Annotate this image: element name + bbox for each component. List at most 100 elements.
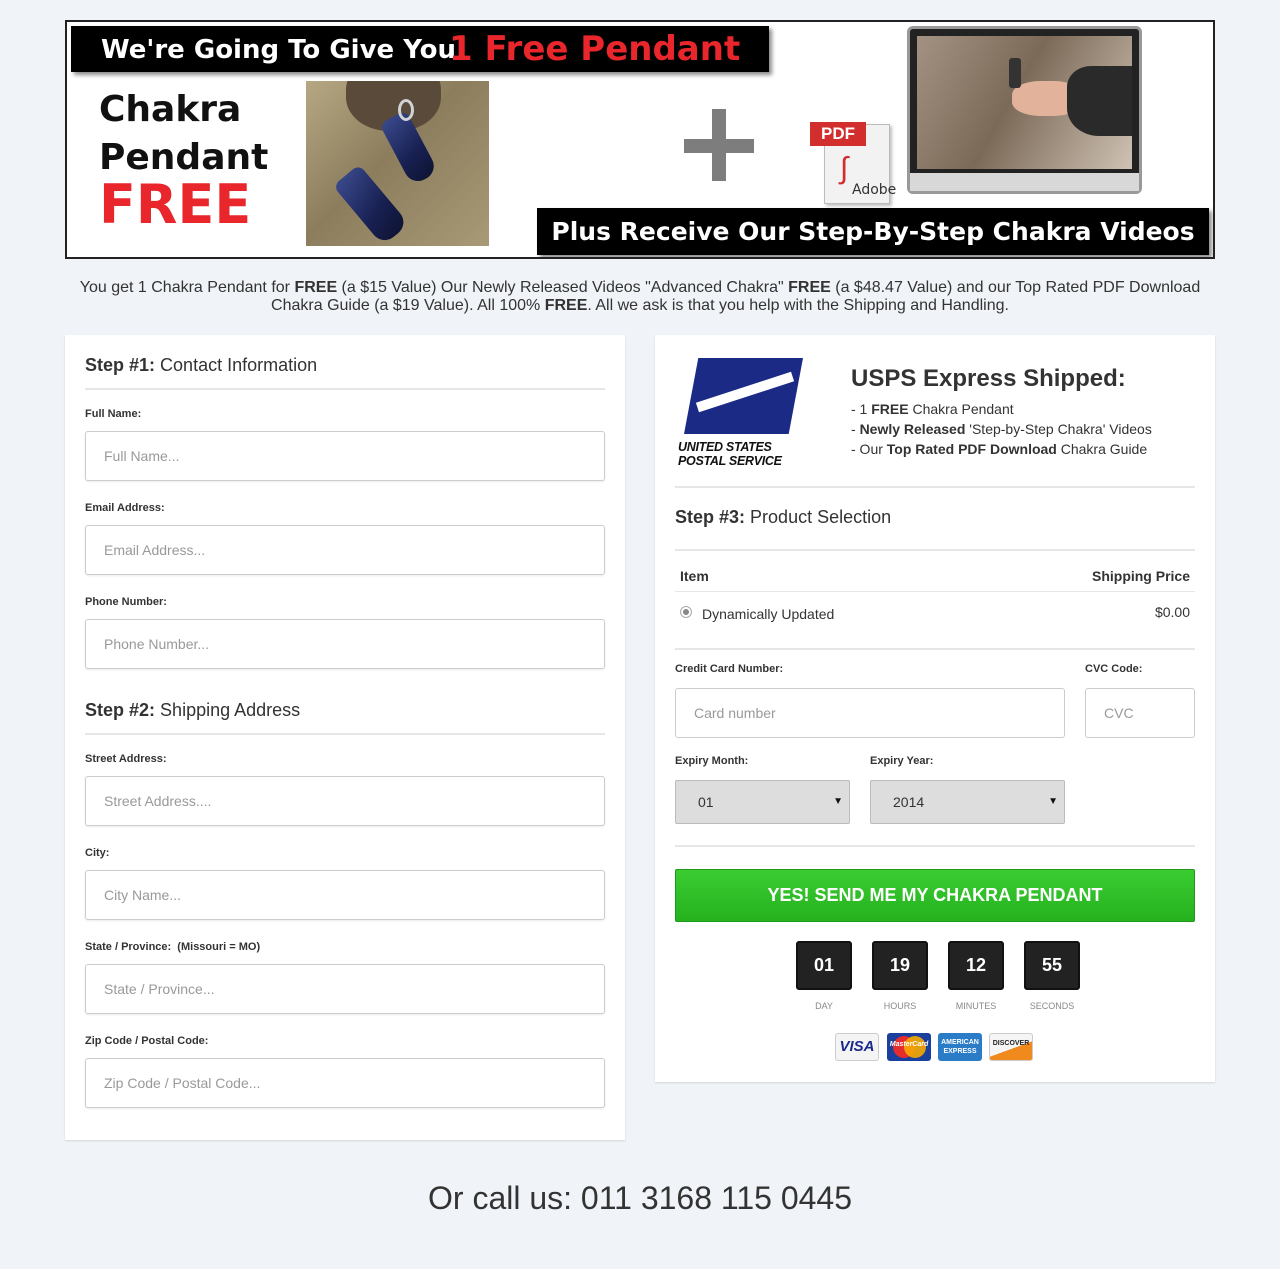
product-name: Dynamically Updated bbox=[702, 606, 835, 622]
intro-text: You get 1 Chakra Pendant for FREE (a $15… bbox=[65, 279, 1215, 315]
screen-bottle bbox=[1009, 58, 1021, 88]
screen-sleeve bbox=[1067, 66, 1132, 136]
timer-minutes: 12 bbox=[948, 941, 1004, 990]
list-text: - Our bbox=[851, 441, 887, 457]
submit-order-button[interactable]: YES! SEND ME MY CHAKRA PENDANT bbox=[675, 869, 1195, 922]
list-bold: FREE bbox=[871, 401, 909, 417]
expiry-month-value: 01 bbox=[698, 794, 714, 810]
list-bold: Newly Released bbox=[859, 421, 966, 437]
timer-seconds-label: SECONDS bbox=[1029, 1001, 1075, 1011]
step3-heading: Step #3: Product Selection bbox=[675, 507, 1195, 540]
email-input[interactable] bbox=[85, 525, 605, 575]
intro-bold: FREE bbox=[544, 297, 588, 314]
city-input[interactable] bbox=[85, 870, 605, 920]
expiry-month-select[interactable]: 01 ▼ bbox=[675, 780, 850, 824]
usps-logo: UNITED STATES POSTAL SERVICE bbox=[675, 357, 805, 468]
banner-line-pendant: Pendant bbox=[99, 137, 269, 178]
cvc-input[interactable] bbox=[1085, 688, 1195, 738]
call-us-text: Or call us: 011 3168 115 0445 bbox=[428, 1180, 852, 1216]
expiry-year-label: Expiry Year: bbox=[870, 755, 934, 767]
step2-heading: Step #2: Shipping Address bbox=[85, 700, 605, 735]
pdf-tag: PDF bbox=[810, 122, 866, 146]
banner-headline-highlight: 1 Free Pendant bbox=[449, 29, 741, 69]
table-divider bbox=[675, 591, 1195, 592]
street-label: Street Address: bbox=[85, 753, 167, 765]
timer-days: 01 bbox=[796, 941, 852, 990]
email-label: Email Address: bbox=[85, 502, 165, 514]
banner-line-chakra: Chakra bbox=[99, 89, 242, 130]
timer-minutes-label: MINUTES bbox=[955, 1001, 997, 1011]
visa-icon: VISA bbox=[835, 1033, 879, 1061]
full-name-label: Full Name: bbox=[85, 408, 142, 420]
list-text: Chakra Guide bbox=[1056, 441, 1148, 457]
photo-stone-2 bbox=[332, 164, 410, 246]
expiry-month-label: Expiry Month: bbox=[675, 755, 749, 767]
pdf-icon: PDF ∫ Adobe bbox=[810, 120, 897, 208]
divider bbox=[675, 845, 1195, 847]
intro-part: . All we ask is that you help with the S… bbox=[587, 297, 1009, 314]
amex-text-1: AMERICAN bbox=[941, 1039, 979, 1046]
zip-input[interactable] bbox=[85, 1058, 605, 1108]
hero-banner: We're Going To Give You 1 Free Pendant C… bbox=[65, 20, 1215, 259]
discover-icon: DISCOVER bbox=[989, 1033, 1033, 1061]
list-text: 'Step-by-Step Chakra' Videos bbox=[965, 421, 1152, 437]
list-text: - bbox=[851, 421, 860, 437]
product-price: $0.00 bbox=[1154, 604, 1190, 620]
col-item-header: Item bbox=[680, 568, 709, 584]
monitor-screen bbox=[917, 36, 1132, 169]
order-summary-panel: UNITED STATES POSTAL SERVICE USPS Expres… bbox=[655, 335, 1215, 1082]
product-radio[interactable] bbox=[680, 606, 692, 618]
col-shipping-price-header: Shipping Price bbox=[1091, 568, 1190, 584]
intro-part: (a $15 Value) Our Newly Released Videos … bbox=[337, 279, 789, 296]
step1-heading: Step #1: Contact Information bbox=[85, 355, 605, 390]
state-input[interactable] bbox=[85, 964, 605, 1014]
intro-bold: FREE bbox=[788, 279, 831, 296]
intro-bold: FREE bbox=[294, 279, 338, 296]
list-item: - Newly Released 'Step-by-Step Chakra' V… bbox=[851, 419, 1152, 439]
step1-label: Step #1: bbox=[85, 355, 156, 375]
divider bbox=[675, 648, 1195, 650]
chevron-down-icon: ▼ bbox=[833, 796, 843, 807]
list-item: - 1 FREE Chakra Pendant bbox=[851, 399, 1152, 419]
banner-headline-prefix: We're Going To Give You bbox=[101, 35, 457, 65]
card-number-input[interactable] bbox=[675, 688, 1065, 738]
zip-label: Zip Code / Postal Code: bbox=[85, 1035, 209, 1047]
phone-label: Phone Number: bbox=[85, 596, 167, 608]
pdf-brand: Adobe bbox=[852, 182, 897, 198]
amex-text-2: EXPRESS bbox=[943, 1048, 977, 1055]
step1-title: Contact Information bbox=[160, 355, 318, 375]
full-name-input[interactable] bbox=[85, 431, 605, 481]
street-input[interactable] bbox=[85, 776, 605, 826]
state-label: State / Province: (Missouri = MO) bbox=[85, 941, 261, 953]
contact-shipping-form: Step #1: Contact Information Full Name: … bbox=[65, 335, 625, 1140]
step2-label: Step #2: bbox=[85, 700, 156, 720]
list-text: Chakra Pendant bbox=[908, 401, 1014, 417]
chevron-down-icon: ▼ bbox=[1048, 796, 1058, 807]
expiry-year-select[interactable]: 2014 ▼ bbox=[870, 780, 1065, 824]
timer-hours: 19 bbox=[872, 941, 928, 990]
banner-headline-bar: We're Going To Give You 1 Free Pendant bbox=[71, 26, 769, 72]
list-item: - Our Top Rated PDF Download Chakra Guid… bbox=[851, 439, 1152, 459]
timer-hours-label: HOURS bbox=[883, 1001, 917, 1011]
amex-icon: AMERICAN EXPRESS bbox=[938, 1033, 982, 1061]
timer-seconds: 55 bbox=[1024, 941, 1080, 990]
divider bbox=[675, 549, 1195, 551]
mastercard-icon: MasterCard bbox=[887, 1033, 931, 1061]
usps-logo-line1: UNITED STATES bbox=[678, 440, 772, 454]
step3-title: Product Selection bbox=[750, 507, 892, 527]
banner-line-free: FREE bbox=[99, 173, 252, 236]
video-monitor-image bbox=[907, 26, 1142, 194]
expiry-year-value: 2014 bbox=[893, 794, 925, 810]
monitor-chin bbox=[910, 173, 1139, 191]
list-bold: Top Rated PDF Download bbox=[886, 441, 1057, 457]
intro-part: You get 1 Chakra Pendant for bbox=[79, 279, 295, 296]
phone-input[interactable] bbox=[85, 619, 605, 669]
photo-clasp bbox=[398, 99, 414, 121]
list-text: - 1 bbox=[851, 401, 872, 417]
mastercard-text: MasterCard bbox=[889, 1041, 929, 1048]
divider bbox=[675, 486, 1195, 488]
usps-logo-line2: POSTAL SERVICE bbox=[678, 454, 782, 468]
shipping-includes-list: - 1 FREE Chakra Pendant - Newly Released… bbox=[851, 399, 1152, 459]
step2-title: Shipping Address bbox=[160, 700, 301, 720]
plus-icon-vertical bbox=[712, 109, 726, 181]
